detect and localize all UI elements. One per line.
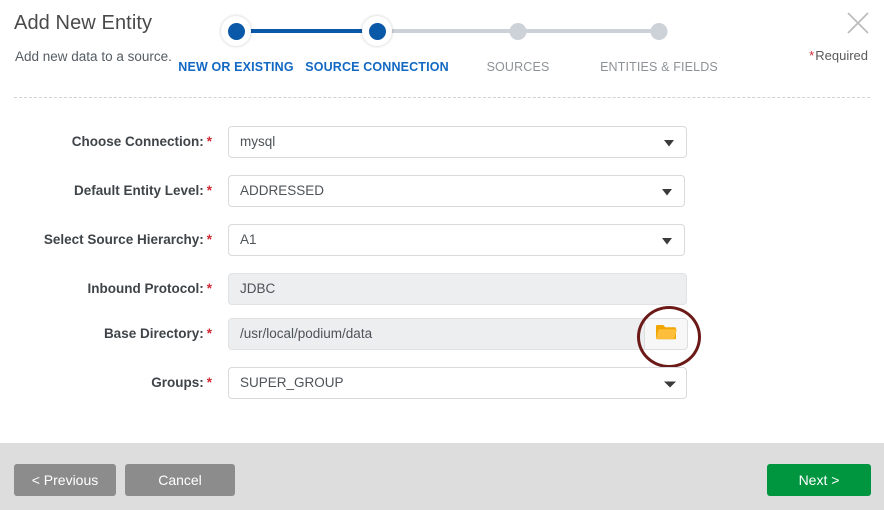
previous-button[interactable]: < Previous	[14, 464, 116, 496]
stepper-label-new-or-existing: NEW OR EXISTING	[178, 60, 294, 74]
select-choose-connection-value: mysql	[240, 134, 276, 149]
folder-icon	[655, 323, 677, 346]
form-row-select-source-hierarchy: Select Source Hierarchy: * A1	[0, 224, 884, 256]
dialog-subtitle: Add new data to a source.	[15, 49, 172, 64]
label-choose-connection: Choose Connection: *	[71, 134, 212, 149]
stepper-label-sources: SOURCES	[486, 60, 550, 74]
select-default-entity-level[interactable]: ADDRESSED	[228, 175, 685, 207]
label-col: Select Source Hierarchy: *	[0, 224, 212, 256]
label-col: Choose Connection: *	[0, 126, 212, 158]
select-source-hierarchy[interactable]: A1	[228, 224, 685, 256]
stepper-dot-inactive-icon	[509, 16, 527, 40]
select-groups[interactable]: SUPER_GROUP	[228, 367, 687, 399]
required-legend: *Required	[809, 48, 868, 63]
stepper-track-2	[377, 29, 518, 33]
chevron-down-icon	[662, 225, 672, 255]
header-divider	[14, 97, 870, 98]
label-select-source-hierarchy: Select Source Hierarchy: *	[43, 232, 212, 247]
label-col: Groups: *	[0, 367, 212, 399]
chevron-down-icon	[662, 176, 672, 206]
required-asterisk: *	[206, 183, 212, 198]
stepper-track-3	[518, 29, 659, 33]
chevron-down-icon	[664, 127, 674, 157]
browse-folder-button[interactable]	[644, 318, 688, 350]
stepper-dot-active-icon	[362, 16, 392, 46]
form-row-base-directory: Base Directory: * /usr/local/podium/data	[0, 306, 884, 368]
input-inbound-protocol: JDBC	[228, 273, 687, 305]
chevron-down-icon	[664, 368, 676, 398]
add-new-entity-dialog: Add New Entity Add new data to a source.…	[0, 0, 884, 510]
label-col: Inbound Protocol: *	[0, 273, 213, 305]
form-row-default-entity-level: Default Entity Level: * ADDRESSED	[0, 175, 884, 207]
required-asterisk: *	[206, 232, 212, 247]
label-groups: Groups: *	[151, 375, 212, 390]
stepper-dot-active-icon	[221, 16, 251, 46]
required-asterisk: *	[206, 134, 212, 149]
dialog-footer: < Previous Cancel Next >	[0, 443, 884, 510]
close-icon[interactable]	[843, 8, 873, 38]
form-row-choose-connection: Choose Connection: * mysql	[0, 126, 884, 158]
source-connection-form: Choose Connection: * mysql Default Entity…	[0, 106, 884, 442]
stepper-track-1	[236, 29, 377, 33]
stepper-label-source-connection: SOURCE CONNECTION	[305, 60, 449, 74]
required-asterisk: *	[206, 326, 212, 341]
input-base-directory-value: /usr/local/podium/data	[240, 326, 373, 341]
wizard-stepper: NEW OR EXISTING SOURCE CONNECTION SOURCE…	[178, 16, 718, 86]
required-asterisk: *	[206, 281, 212, 296]
stepper-dot-inactive-icon	[650, 16, 668, 40]
required-legend-label: Required	[815, 48, 868, 63]
input-base-directory: /usr/local/podium/data	[228, 318, 687, 350]
stepper-label-entities-and-fields: ENTITIES & FIELDS	[600, 60, 718, 74]
next-button[interactable]: Next >	[767, 464, 871, 496]
label-inbound-protocol: Inbound Protocol: *	[87, 281, 213, 296]
required-asterisk: *	[206, 375, 212, 390]
select-source-hierarchy-value: A1	[240, 232, 257, 247]
select-groups-value: SUPER_GROUP	[240, 375, 344, 390]
required-asterisk: *	[809, 48, 815, 63]
dialog-title: Add New Entity	[14, 12, 153, 34]
label-col: Base Directory: *	[0, 318, 212, 350]
cancel-button[interactable]: Cancel	[125, 464, 235, 496]
form-row-groups: Groups: * SUPER_GROUP	[0, 367, 884, 399]
label-default-entity-level: Default Entity Level: *	[73, 183, 212, 198]
label-col: Default Entity Level: *	[0, 175, 212, 207]
input-inbound-protocol-value: JDBC	[240, 281, 276, 296]
select-default-entity-level-value: ADDRESSED	[240, 183, 325, 198]
select-choose-connection[interactable]: mysql	[228, 126, 687, 158]
label-base-directory: Base Directory: *	[103, 326, 212, 341]
form-row-inbound-protocol: Inbound Protocol: * JDBC	[0, 273, 884, 305]
